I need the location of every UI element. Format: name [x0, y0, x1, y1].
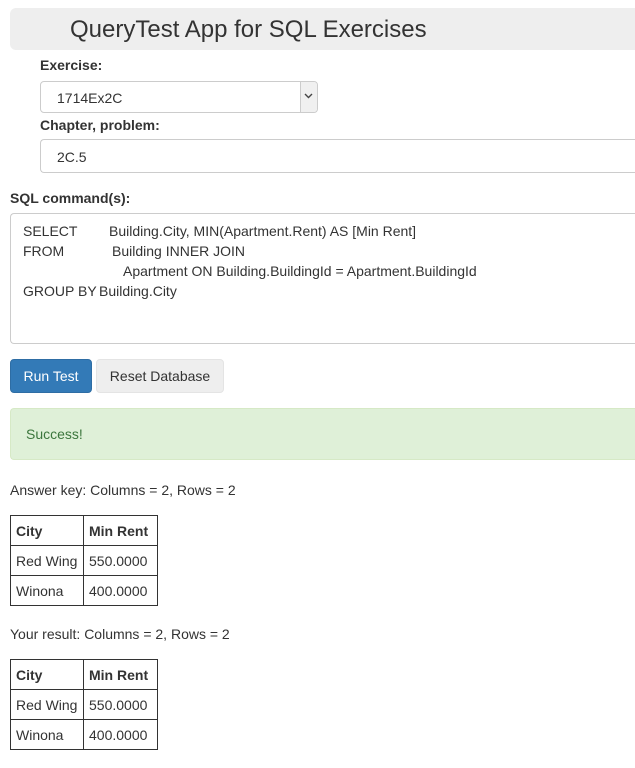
app-header: QueryTest App for SQL Exercises [10, 8, 635, 50]
sql-textarea[interactable]: SELECT Building.City, MIN(Apartment.Rent… [10, 213, 635, 344]
table-row: Winona 400.0000 [10, 575, 158, 606]
chapter-problem-value: 2C.5 [57, 149, 87, 165]
column-header: City [10, 659, 84, 690]
alert-message: Success! [26, 426, 83, 442]
sql-keyword-group-by: GROUP BY [23, 283, 97, 299]
your-result-summary: Your result: Columns = 2, Rows = 2 [10, 626, 230, 642]
table-cell: Winona [10, 719, 84, 750]
sql-keyword-from: FROM [23, 243, 65, 259]
reset-database-button[interactable]: Reset Database [96, 359, 224, 393]
column-header: Min Rent [83, 515, 158, 546]
table-cell: 400.0000 [83, 575, 158, 606]
table-cell: Winona [10, 575, 84, 606]
your-result-table: City Min Rent Red Wing 550.0000 Winona 4… [10, 659, 158, 750]
run-test-button[interactable]: Run Test [10, 359, 92, 393]
sql-select-clause: Building.City, MIN(Apartment.Rent) AS [M… [109, 223, 417, 239]
table-header-row: City Min Rent [10, 515, 158, 546]
table-header-row: City Min Rent [10, 659, 158, 690]
sql-from-clause: Building INNER JOIN [112, 243, 246, 259]
table-cell: 400.0000 [83, 719, 158, 750]
app-title: QueryTest App for SQL Exercises [70, 16, 427, 43]
column-header: Min Rent [83, 659, 158, 690]
success-alert: Success! [10, 408, 635, 460]
table-cell: Red Wing [10, 689, 84, 720]
table-cell: Red Wing [10, 545, 84, 576]
exercise-label: Exercise: [40, 57, 103, 73]
sql-keyword-select: SELECT [23, 223, 78, 239]
sql-join-clause: Apartment ON Building.BuildingId = Apart… [123, 263, 477, 279]
sql-group-by-clause: Building.City [99, 283, 177, 299]
table-row: Winona 400.0000 [10, 719, 158, 750]
table-cell: 550.0000 [83, 545, 158, 576]
column-header: City [10, 515, 84, 546]
answer-key-summary: Answer key: Columns = 2, Rows = 2 [10, 482, 236, 498]
exercise-select-value: 1714Ex2C [57, 90, 123, 106]
table-row: Red Wing 550.0000 [10, 545, 158, 576]
sql-label: SQL command(s): [10, 190, 131, 206]
table-row: Red Wing 550.0000 [10, 689, 158, 720]
chapter-label: Chapter, problem: [40, 117, 160, 133]
chapter-problem-input[interactable]: 2C.5 [40, 139, 635, 173]
chevron-down-icon[interactable] [300, 82, 317, 112]
table-cell: 550.0000 [83, 689, 158, 720]
exercise-select[interactable]: 1714Ex2C [40, 81, 318, 113]
answer-key-table: City Min Rent Red Wing 550.0000 Winona 4… [10, 515, 158, 606]
